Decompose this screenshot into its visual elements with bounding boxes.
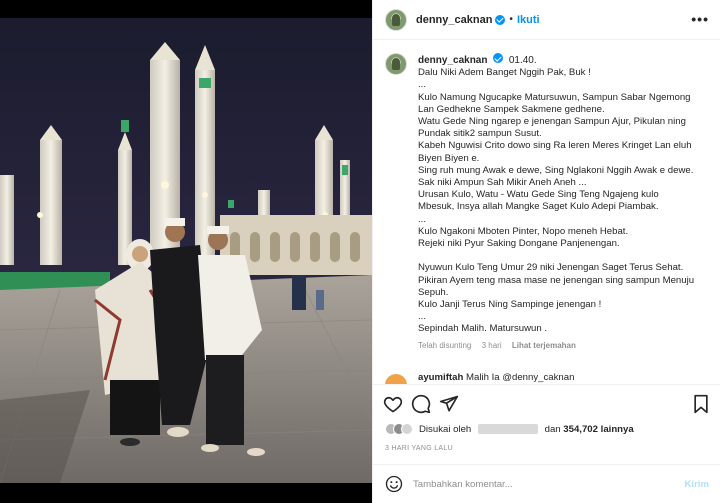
likes-suffix[interactable]: lainnya [601,424,634,435]
post-comment-button[interactable]: Kirim [684,479,709,490]
caption-line: Biyen Biyen e. [418,152,480,164]
caption-line: Lan Gedhekne Sampek Sakmene gedhene. [418,103,605,115]
comment-icon[interactable] [411,394,431,414]
caption-line: ... [418,311,426,323]
caption-line: ... [418,213,426,225]
comment-text: ayumiftah Malih Ia @denny_caknan [418,372,574,384]
verified-badge-icon [495,14,506,25]
likes-prefix: Disukai oleh [419,423,472,435]
commenter-avatar[interactable] [385,374,407,384]
caption-area: denny_caknan 01.40. Dalu Niki Adem Bange… [373,41,720,381]
comment-box: Kirim [373,464,720,503]
caption-body: denny_caknan 01.40. Dalu Niki Adem Bange… [418,53,708,352]
caption-line: Kulo Namung Ngucapke Matursuwun, Sampun … [418,91,691,103]
comment-body: Malih Ia @denny_caknan [466,372,575,383]
post-date[interactable]: 3 HARI YANG LALU [385,445,453,452]
separator-dot: • [509,14,513,25]
blurred-username[interactable] [477,423,538,434]
caption-line: Sak niki Ampun Sah Mikir Aneh Aneh ... [418,177,587,189]
caption-line: Mbesuk, Insya allah Mangke Saget Kulo Ad… [418,201,659,213]
caption-username[interactable]: denny_caknan [418,55,487,66]
see-translation-link[interactable]: Lihat terjemahan [512,341,576,350]
header-username[interactable]: denny_caknan [416,14,492,26]
action-bar [373,384,720,422]
caption-line: Kulo Ngakoni Mboten Pinter, Nopo meneh H… [418,225,629,237]
caption-line: Watu Gede Ning ngarep e jenengan Sampun … [418,116,686,128]
caption-line: Sepindah Malih. Matursuwun . [418,323,548,335]
comment-item: ayumiftah Malih Ia @denny_caknan [385,372,574,384]
post-header: denny_caknan • Ikuti ••• [373,0,720,40]
avatar[interactable] [385,8,407,31]
likes-summary: Disukai oleh dan 354,702 lainnya [385,423,634,435]
likes-count[interactable]: 354,702 [563,424,598,435]
caption-line: Kulo Janji Terus Ning Sampinge jenengan … [418,299,602,311]
caption-line: Sepuh. [418,286,449,298]
caption-line: Sing ruh mung Awak e dewe, Sing Nglakoni… [418,164,694,176]
caption-line: Rejeki niki Pyur Saking Dongane Panjenen… [418,238,620,250]
likes-text: Disukai oleh dan 354,702 lainnya [419,424,634,435]
commenter-username[interactable]: ayumiftah [418,372,463,383]
verified-badge-icon [493,53,504,63]
follow-button[interactable]: Ikuti [517,14,540,26]
comment-input[interactable] [413,478,685,490]
caption-line: Pikiran Ayem teng masa mase ne jenengan … [418,274,695,286]
caption-line: Kabeh Nguwisi Crito dowo sing Ra leren M… [418,140,692,152]
caption-line: Dalu Niki Adem Banget Nggih Pak, Buk ! [418,67,591,79]
avatar [401,423,413,435]
post-photo[interactable] [0,0,372,503]
more-options-button[interactable]: ••• [691,12,709,26]
heart-icon[interactable] [383,394,403,414]
caption-meta: Telah disunting 3 hari Lihat terjemahan [418,340,708,352]
post-side-panel: denny_caknan • Ikuti ••• denny_caknan 01… [372,0,720,503]
caption-line: Nyuwun Kulo Teng Umur 29 niki Jenengan S… [418,262,684,274]
caption-line [418,250,708,262]
caption-avatar[interactable] [385,53,407,75]
paper-plane-icon[interactable] [439,394,459,414]
caption-line: Urusan Kulo, Watu - Watu Gede Sing Teng … [418,189,659,201]
bookmark-icon[interactable] [691,394,711,414]
smiley-icon[interactable] [385,475,403,493]
caption-line: Pundak sitik2 sampun Susut. [418,128,542,140]
caption-text: Dalu Niki Adem Banget Nggih Pak, Buk !..… [418,67,708,335]
liker-avatars[interactable] [385,423,413,435]
edited-label: Telah disunting [418,340,472,350]
caption-time: 01.40. [508,55,537,66]
caption-age: 3 hari [481,340,502,350]
likes-middle: dan [544,423,561,435]
mosque-night-photo [0,0,372,503]
caption-line: ... [418,79,426,91]
